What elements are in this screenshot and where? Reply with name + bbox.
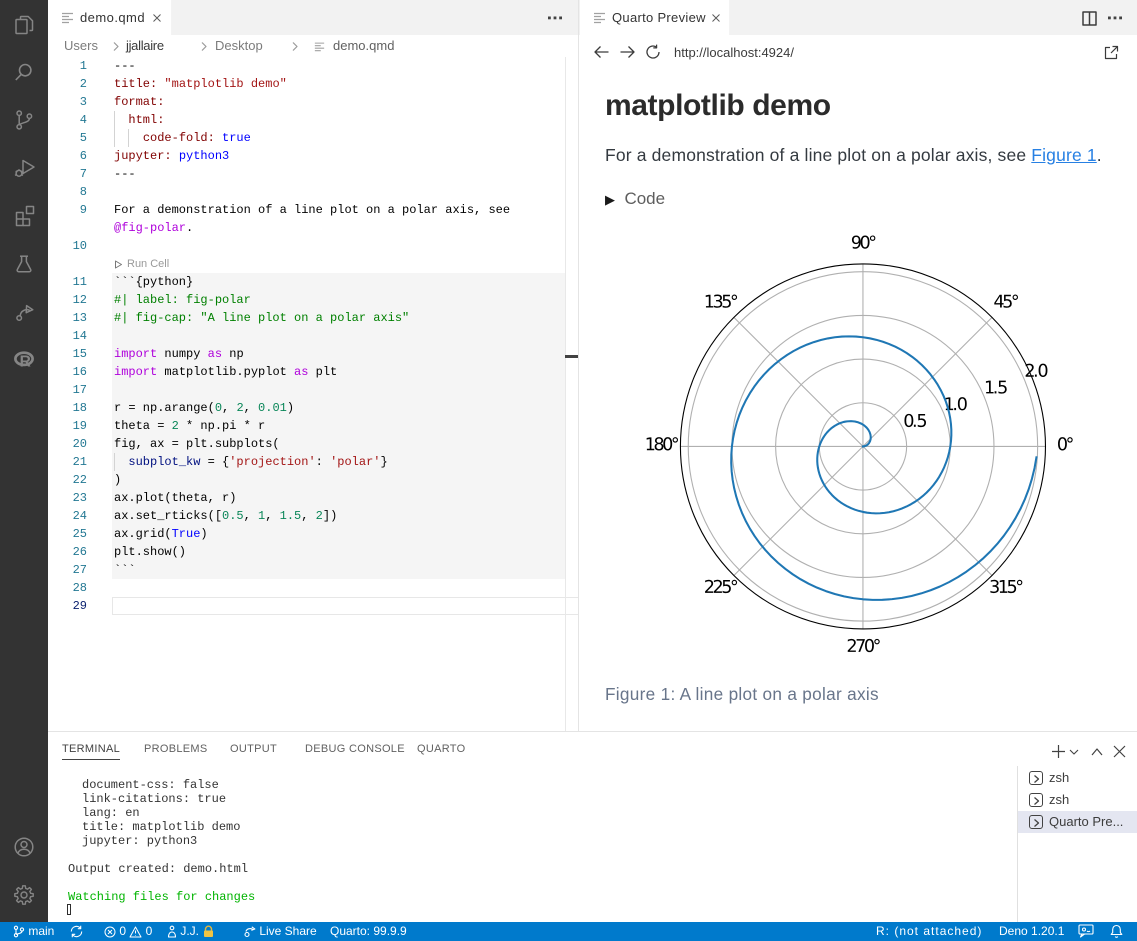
svg-text:R: R	[20, 354, 31, 371]
